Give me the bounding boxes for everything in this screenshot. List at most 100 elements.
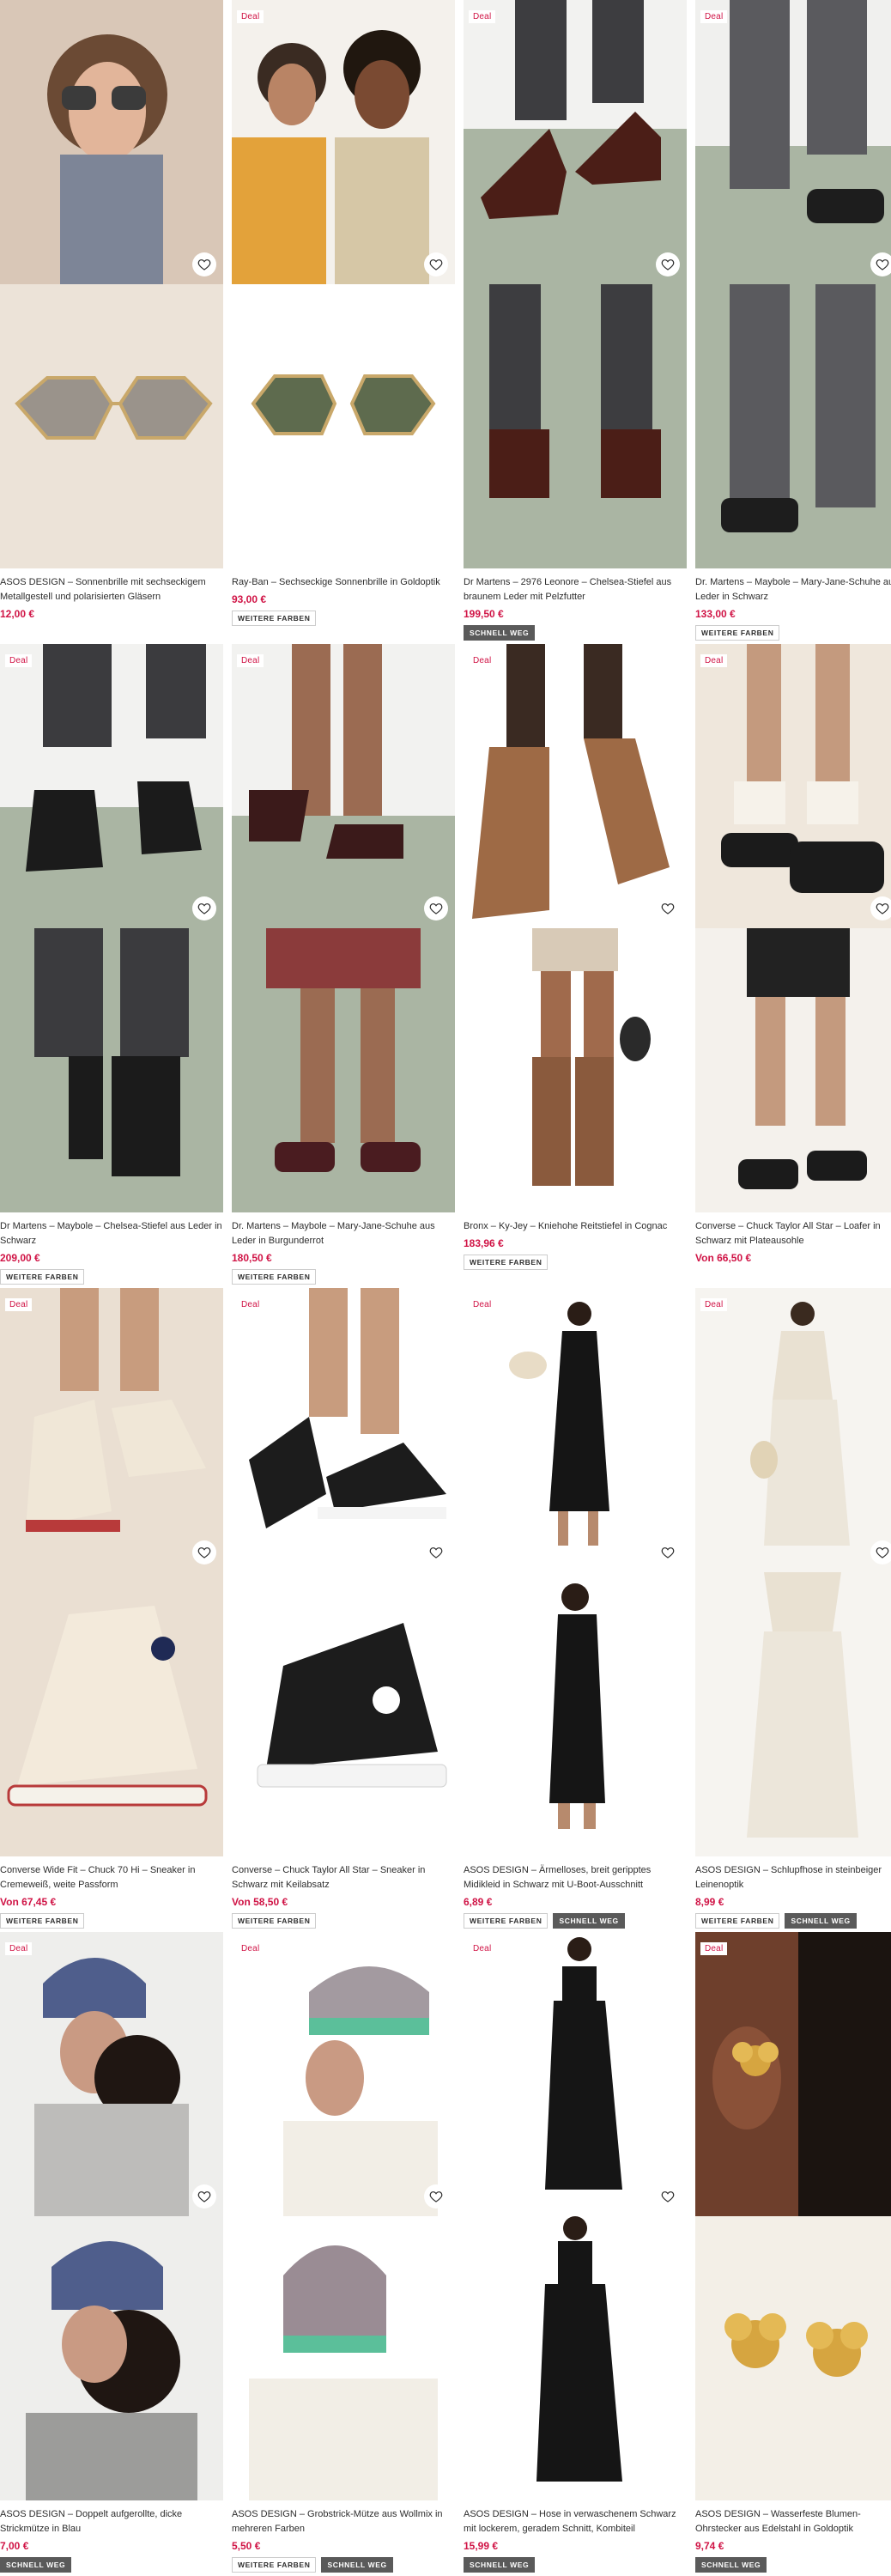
product-photo <box>695 1288 891 1856</box>
product-card[interactable]: ASOS DESIGN – Sonnenbrille mit sechsecki… <box>0 0 223 644</box>
heart-icon <box>661 903 675 914</box>
selling-fast-tag: SCHNELL WEG <box>695 2557 767 2573</box>
wishlist-button[interactable] <box>656 896 680 920</box>
product-image[interactable]: Deal <box>0 1288 223 1856</box>
heart-icon <box>661 259 675 270</box>
product-card[interactable]: Deal Dr Martens – 2976 Leonore – Chelsea… <box>464 0 687 644</box>
product-card[interactable]: Deal Bronx – Ky-Jey – Kniehohe Reitstief… <box>464 644 687 1288</box>
wishlist-button[interactable] <box>192 2184 216 2208</box>
product-title[interactable]: Converse – Chuck Taylor All Star – Loafe… <box>695 1219 891 1249</box>
product-image[interactable]: Deal <box>232 644 455 1212</box>
product-title[interactable]: Converse – Chuck Taylor All Star – Sneak… <box>232 1863 455 1893</box>
wishlist-button[interactable] <box>656 1540 680 1564</box>
product-card[interactable]: Deal Dr. Martens – Maybole – Mary-Jane-S… <box>695 0 891 644</box>
more-colors-tag: WEITERE FARBEN <box>464 1255 549 1270</box>
product-image[interactable]: Deal <box>464 644 687 1212</box>
deal-badge: Deal <box>700 10 728 23</box>
product-image[interactable]: Deal <box>695 0 891 568</box>
product-photo <box>464 0 687 568</box>
heart-icon <box>876 1547 889 1558</box>
heart-icon <box>661 2191 675 2202</box>
product-card[interactable]: Deal ASOS DESIGN – Grobstrick-Mütze aus … <box>232 1932 455 2576</box>
selling-fast-tag: SCHNELL WEG <box>785 1913 857 1929</box>
product-photo <box>0 1932 223 2500</box>
product-price: 5,50 € <box>232 2540 261 2552</box>
product-card[interactable]: Deal Converse – Chuck Taylor All Star – … <box>232 1288 455 1932</box>
product-card[interactable]: Deal Converse Wide Fit – Chuck 70 Hi – S… <box>0 1288 223 1932</box>
wishlist-button[interactable] <box>424 896 448 920</box>
product-photo <box>695 0 891 568</box>
wishlist-button[interactable] <box>192 896 216 920</box>
product-image[interactable] <box>0 0 223 568</box>
product-image[interactable]: Deal <box>695 1932 891 2500</box>
wishlist-button[interactable] <box>192 252 216 276</box>
deal-badge: Deal <box>700 1298 728 1311</box>
product-image[interactable]: Deal <box>695 1288 891 1856</box>
product-card[interactable]: Deal ASOS DESIGN – Doppelt aufgerollte, … <box>0 1932 223 2576</box>
product-title[interactable]: Bronx – Ky-Jey – Kniehohe Reitstiefel in… <box>464 1219 687 1234</box>
product-image[interactable]: Deal <box>232 1288 455 1856</box>
product-photo <box>464 1288 687 1856</box>
product-title[interactable]: ASOS DESIGN – Wasserfeste Blumen-Ohrstec… <box>695 2507 891 2537</box>
product-title[interactable]: ASOS DESIGN – Hose in verwaschenem Schwa… <box>464 2507 687 2537</box>
deal-badge: Deal <box>469 654 496 667</box>
product-image[interactable]: Deal <box>232 1932 455 2500</box>
product-card[interactable]: Deal Dr. Martens – Maybole – Mary-Jane-S… <box>232 644 455 1288</box>
product-card[interactable]: Deal Converse – Chuck Taylor All Star – … <box>695 644 891 1288</box>
product-card[interactable]: Deal ASOS DESIGN – Schlupfhose in steinb… <box>695 1288 891 1932</box>
selling-fast-tag: SCHNELL WEG <box>0 2557 72 2573</box>
wishlist-button[interactable] <box>424 1540 448 1564</box>
product-photo <box>0 0 223 568</box>
product-title[interactable]: Converse Wide Fit – Chuck 70 Hi – Sneake… <box>0 1863 223 1893</box>
product-photo <box>464 1932 687 2500</box>
product-price: 183,96 € <box>464 1237 504 1249</box>
product-card[interactable]: Deal ASOS DESIGN – Hose in verwaschenem … <box>464 1932 687 2576</box>
product-title[interactable]: Dr Martens – Maybole – Chelsea-Stiefel a… <box>0 1219 223 1249</box>
product-card[interactable]: Deal ASOS DESIGN – Ärmelloses, breit ger… <box>464 1288 687 1932</box>
product-card[interactable]: Deal Dr Martens – Maybole – Chelsea-Stie… <box>0 644 223 1288</box>
product-title[interactable]: Dr. Martens – Maybole – Mary-Jane-Schuhe… <box>232 1219 455 1249</box>
wishlist-button[interactable] <box>870 252 891 276</box>
product-title[interactable]: ASOS DESIGN – Doppelt aufgerollte, dicke… <box>0 2507 223 2537</box>
product-title[interactable]: Ray-Ban – Sechseckige Sonnenbrille in Go… <box>232 575 455 590</box>
product-image[interactable]: Deal <box>0 1932 223 2500</box>
wishlist-button[interactable] <box>424 252 448 276</box>
product-image[interactable]: Deal <box>464 1288 687 1856</box>
more-colors-tag: WEITERE FARBEN <box>232 1269 317 1285</box>
product-image[interactable]: Deal <box>695 644 891 1212</box>
more-colors-tag: WEITERE FARBEN <box>695 625 780 641</box>
wishlist-button[interactable] <box>656 2184 680 2208</box>
product-price: 180,50 € <box>232 1252 272 1264</box>
heart-icon <box>197 903 211 914</box>
product-image[interactable]: Deal <box>464 1932 687 2500</box>
product-price: 209,00 € <box>0 1252 40 1264</box>
heart-icon <box>197 1547 211 1558</box>
wishlist-button[interactable] <box>424 2184 448 2208</box>
product-title[interactable]: ASOS DESIGN – Ärmelloses, breit gerippte… <box>464 1863 687 1893</box>
deal-badge: Deal <box>237 1298 264 1311</box>
product-title[interactable]: ASOS DESIGN – Schlupfhose in steinbeiger… <box>695 1863 891 1893</box>
product-title[interactable]: Dr Martens – 2976 Leonore – Chelsea-Stie… <box>464 575 687 605</box>
wishlist-button[interactable] <box>656 252 680 276</box>
wishlist-button[interactable] <box>870 1540 891 1564</box>
product-image[interactable]: Deal <box>464 0 687 568</box>
product-photo <box>695 644 891 1212</box>
deal-badge: Deal <box>469 1298 496 1311</box>
product-price: 6,89 € <box>464 1896 493 1908</box>
product-image[interactable]: Deal <box>232 0 455 568</box>
heart-icon <box>429 2191 443 2202</box>
product-price: 15,99 € <box>464 2540 499 2552</box>
wishlist-button[interactable] <box>192 1540 216 1564</box>
product-title[interactable]: Dr. Martens – Maybole – Mary-Jane-Schuhe… <box>695 575 891 605</box>
heart-icon <box>876 259 889 270</box>
wishlist-button[interactable] <box>870 896 891 920</box>
product-grid: ASOS DESIGN – Sonnenbrille mit sechsecki… <box>0 0 891 2576</box>
product-title[interactable]: ASOS DESIGN – Grobstrick-Mütze aus Wollm… <box>232 2507 455 2537</box>
product-title[interactable]: ASOS DESIGN – Sonnenbrille mit sechsecki… <box>0 575 223 605</box>
product-photo <box>695 1932 891 2500</box>
product-card[interactable]: Deal Ray-Ban – Sechseckige Sonnenbrille … <box>232 0 455 644</box>
more-colors-tag: WEITERE FARBEN <box>0 1269 85 1285</box>
product-image[interactable]: Deal <box>0 644 223 1212</box>
product-card[interactable]: Deal ASOS DESIGN – Wasserfeste Blumen-Oh… <box>695 1932 891 2576</box>
more-colors-tag: WEITERE FARBEN <box>695 1913 780 1929</box>
